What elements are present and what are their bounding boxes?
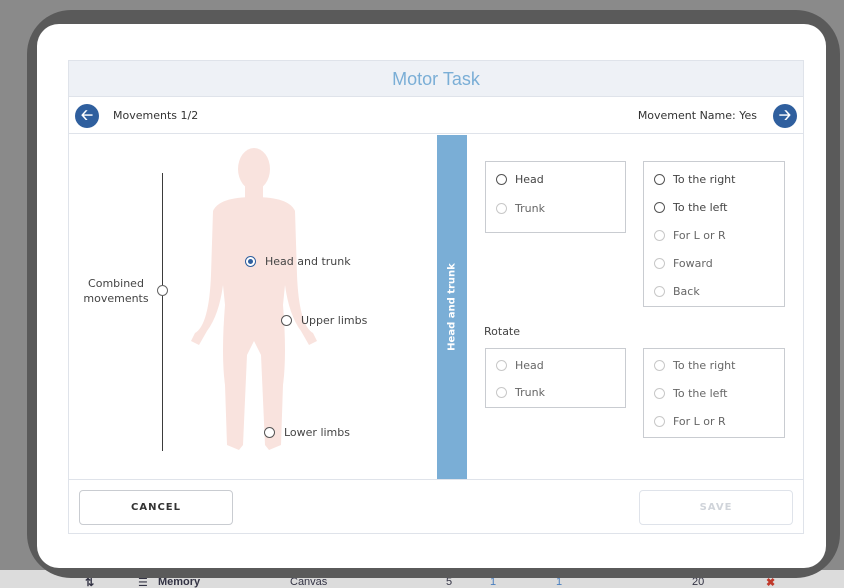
- option-label: Head: [515, 173, 544, 186]
- radio-icon: [654, 230, 665, 241]
- radio-icon: [654, 286, 665, 297]
- group1-parts-box: Head Trunk: [485, 161, 626, 233]
- option-label: Head and trunk: [265, 255, 351, 268]
- human-silhouette: [191, 148, 317, 450]
- radio-icon: [496, 360, 507, 371]
- prev-button[interactable]: 🡠: [75, 104, 99, 128]
- group2-part-trunk[interactable]: Trunk: [496, 386, 545, 399]
- arrow-right-icon: 🡢: [778, 106, 792, 124]
- radio-icon: [654, 258, 665, 269]
- motor-task-panel: Motor Task 🡠 Movements 1/2 Movement Name…: [68, 60, 804, 534]
- group1-dir-l-or-r[interactable]: For L or R: [654, 229, 726, 242]
- radio-icon: [654, 202, 665, 213]
- body-area: Combined movements Head and trunk Upper …: [69, 135, 803, 479]
- group1-directions-box: To the right To the left For L or R Fowa…: [643, 161, 785, 307]
- rotate-label: Rotate: [484, 325, 521, 338]
- group1-dir-right[interactable]: To the right: [654, 173, 735, 186]
- option-label: For L or R: [673, 415, 726, 428]
- option-head-and-trunk[interactable]: Head and trunk: [245, 255, 351, 268]
- radio-icon: [654, 388, 665, 399]
- option-upper-limbs[interactable]: Upper limbs: [281, 314, 367, 327]
- group2-parts-box: Head Trunk: [485, 348, 626, 408]
- next-button[interactable]: 🡢: [773, 104, 797, 128]
- radio-icon: [281, 315, 292, 326]
- group2-dir-right[interactable]: To the right: [654, 359, 735, 372]
- radio-icon: [654, 416, 665, 427]
- save-button[interactable]: SAVE: [639, 490, 793, 525]
- option-label: To the right: [673, 173, 736, 186]
- option-label: To the left: [673, 387, 728, 400]
- side-tab-head-and-trunk[interactable]: Head and trunk: [437, 135, 467, 479]
- group2-dir-l-or-r[interactable]: For L or R: [654, 415, 726, 428]
- page-title: Motor Task: [69, 61, 803, 97]
- group2-part-head[interactable]: Head: [496, 359, 544, 372]
- radio-icon: [496, 174, 507, 185]
- movement-name: Movement Name: Yes: [637, 109, 757, 122]
- movement-axis-line: [162, 173, 163, 451]
- option-label: Lower limbs: [284, 426, 350, 439]
- side-tab-label: Head and trunk: [446, 263, 458, 351]
- radio-icon: [654, 174, 665, 185]
- group2-directions-box: To the right To the left For L or R: [643, 348, 785, 438]
- nav-row: 🡠 Movements 1/2 Movement Name: Yes 🡢: [69, 98, 803, 134]
- combined-label-line2: movements: [83, 292, 149, 305]
- group1-dir-forward[interactable]: Foward: [654, 257, 713, 270]
- option-label: To the left: [673, 201, 728, 214]
- radio-selected-icon: [245, 256, 256, 267]
- option-label: To the right: [673, 359, 736, 372]
- movements-counter: Movements 1/2: [113, 109, 199, 122]
- group1-dir-back[interactable]: Back: [654, 285, 700, 298]
- group1-part-head[interactable]: Head: [496, 173, 544, 186]
- option-label: Head: [515, 359, 544, 372]
- option-label: Trunk: [515, 386, 545, 399]
- option-label: Upper limbs: [301, 314, 368, 327]
- arrow-left-icon: 🡠: [80, 106, 94, 124]
- group2-dir-left[interactable]: To the left: [654, 387, 727, 400]
- option-lower-limbs[interactable]: Lower limbs: [264, 426, 350, 439]
- combined-movements-radio[interactable]: [157, 285, 168, 296]
- option-label: Foward: [673, 257, 713, 270]
- group1-dir-left[interactable]: To the left: [654, 201, 727, 214]
- radio-icon: [654, 360, 665, 371]
- group1-part-trunk[interactable]: Trunk: [496, 202, 545, 215]
- option-label: For L or R: [673, 229, 726, 242]
- radio-icon: [496, 387, 507, 398]
- combined-label-line1: Combined: [88, 277, 144, 290]
- body-map: Combined movements Head and trunk Upper …: [69, 135, 437, 479]
- radio-icon: [496, 203, 507, 214]
- combined-movements-label: Combined movements: [75, 276, 157, 306]
- footer: CANCEL SAVE: [69, 479, 803, 534]
- cancel-button[interactable]: CANCEL: [79, 490, 233, 525]
- option-label: Back: [673, 285, 700, 298]
- radio-icon: [264, 427, 275, 438]
- option-label: Trunk: [515, 202, 545, 215]
